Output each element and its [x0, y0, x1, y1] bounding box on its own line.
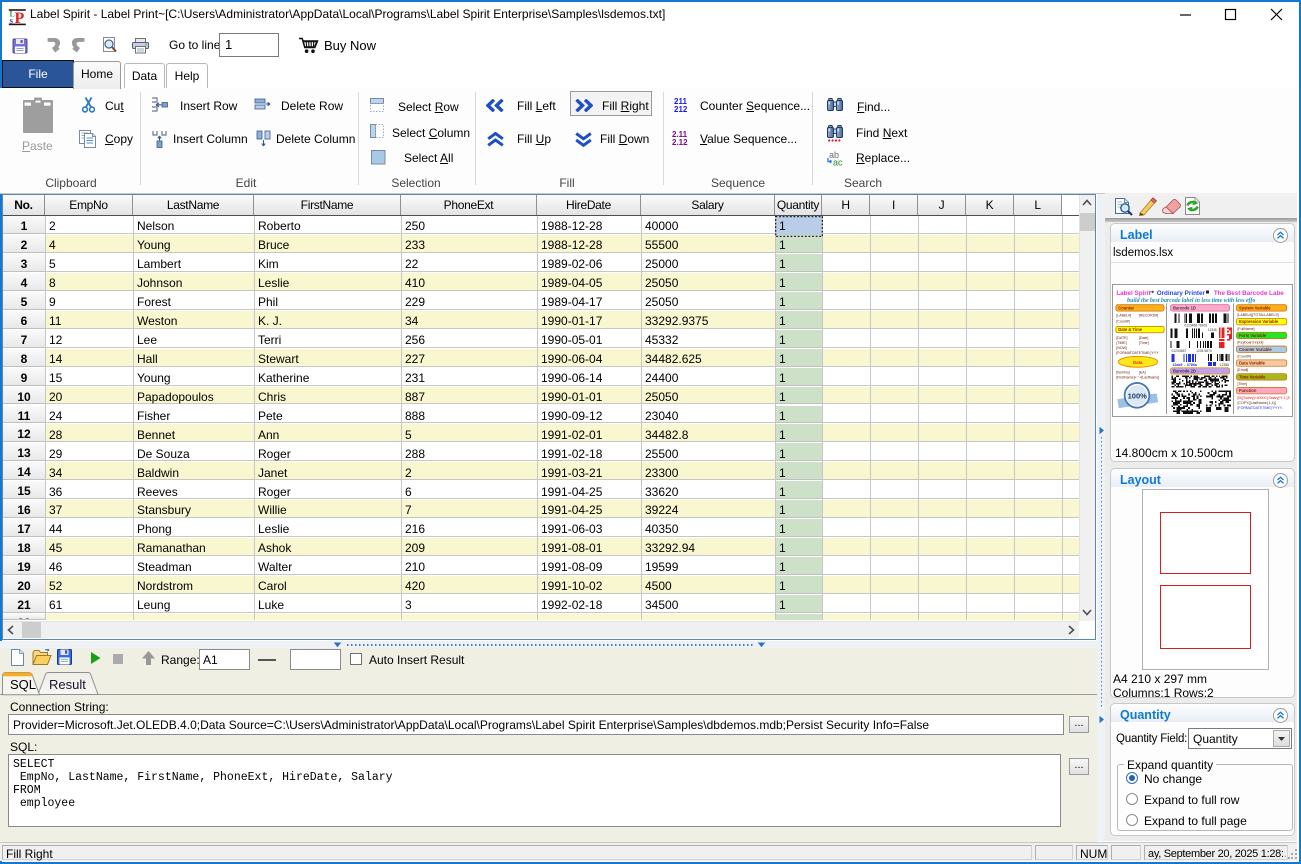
svg-text:[Count#]: [Count#] [1237, 354, 1250, 358]
svg-text:[Email]: [Email] [1237, 368, 1248, 372]
svg-text:Barcode 2D: Barcode 2D [1173, 368, 1196, 373]
svg-text:[RECORD#]: [RECORD#] [1139, 314, 1158, 318]
svg-text:Expression Variable: Expression Variable [1239, 319, 1279, 324]
svg-text:12358: 12358 [1220, 363, 1229, 367]
svg-text:Counter Variable: Counter Variable [1239, 347, 1272, 352]
svg-text:[IIf([Salary]<40000,[Salary]*1: [IIf([Salary]<40000,[Salary]*1.1,[S [1237, 396, 1290, 400]
svg-text:2.12: 2.12 [672, 138, 688, 146]
svg-text:[ItemNo]: [ItemNo] [1116, 371, 1129, 375]
svg-text:Form Variable: Form Variable [1239, 333, 1267, 338]
svg-text:[FORMATDATETIME(‘YYYY-: [FORMATDATETIME(‘YYYY- [1237, 406, 1283, 410]
svg-text:Barcode 1D: Barcode 1D [1173, 305, 1196, 310]
svg-text:SQL: SQL [10, 677, 36, 692]
svg-text:build the best barcode label i: build the best barcode label in less tim… [1127, 298, 1255, 304]
svg-text:[Keyboard Input]: [Keyboard Input] [1237, 341, 1263, 345]
svg-text:01234567: 01234567 [1171, 349, 1186, 353]
svg-text:[EA]: [EA] [1139, 371, 1146, 375]
svg-text:[DATE]: [DATE] [1116, 336, 1127, 340]
svg-text:s: s [10, 16, 14, 26]
svg-text:Date & Time: Date & Time [1118, 327, 1142, 332]
svg-text:Counter: Counter [1118, 305, 1134, 310]
svg-text:[COPY([LastName],1,4)]: [COPY([LastName],1,4)] [1237, 401, 1275, 405]
svg-text:System Variable: System Variable [1239, 305, 1271, 310]
svg-text:12ab5 ←6789a: 12ab5 ←6789a [1172, 363, 1196, 367]
svg-text:Data Variable: Data Variable [1239, 361, 1266, 366]
svg-text:Label Spirit: Label Spirit [1116, 290, 1151, 297]
svg-text:[LABEL#]: [LABEL#] [1116, 314, 1131, 318]
svg-text:[Count#]: [Count#] [1116, 319, 1129, 323]
svg-text:212: 212 [674, 105, 688, 113]
svg-text:[FullName]: [FullName] [1237, 327, 1254, 331]
svg-text:Data: Data [1133, 360, 1143, 365]
svg-text:100%: 100% [1128, 391, 1147, 400]
svg-text:Result: Result [49, 677, 86, 692]
svg-text:[Time]: [Time] [1237, 382, 1247, 386]
svg-text:[Time]: [Time] [1139, 341, 1149, 345]
svg-text:P: P [15, 10, 25, 26]
svg-text:[Date]: [Date] [1139, 336, 1148, 340]
svg-text:12345: 12345 [1208, 328, 1217, 332]
svg-text:Ordinary Printer: Ordinary Printer [1157, 290, 1206, 297]
svg-text:The Best Barcode Labe: The Best Barcode Labe [1214, 290, 1284, 297]
svg-text:[LABEL#][TOTALLABELS]: [LABEL#][TOTALLABELS] [1237, 313, 1278, 317]
svg-text:[FORMATDATETIME(‘YYY: [FORMATDATETIME(‘YYY [1116, 351, 1159, 355]
svg-text:0123456 78901: 0123456 78901 [1184, 323, 1207, 327]
svg-text:[NOW]: [NOW] [1116, 346, 1127, 350]
svg-text:Time Variable: Time Variable [1239, 374, 1266, 379]
svg-text:ac: ac [833, 158, 843, 167]
svg-text:[FirstName]+‘ ‘+[LastName]: [FirstName]+‘ ‘+[LastName] [1116, 376, 1159, 380]
svg-text:1234 5670: 1234 5670 [1196, 349, 1212, 353]
svg-text:[TIME]: [TIME] [1116, 341, 1126, 345]
svg-text:Function: Function [1239, 388, 1257, 393]
